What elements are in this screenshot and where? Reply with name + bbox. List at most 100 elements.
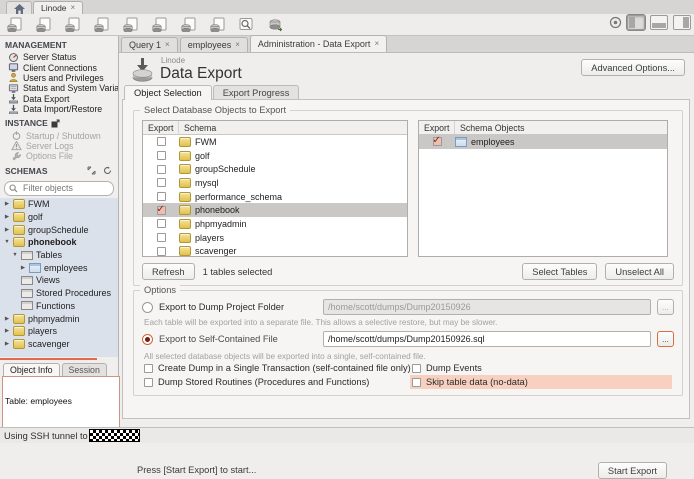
schema-tree-item-stored-procedures[interactable]: Stored Procedures: [0, 287, 118, 300]
stored-routines-option[interactable]: Dump Stored Routines (Procedures and Fun…: [144, 377, 369, 387]
export-checkbox[interactable]: [157, 247, 166, 256]
table-row[interactable]: groupSchedule: [143, 162, 407, 176]
export-checkbox[interactable]: [157, 137, 166, 146]
find-icon[interactable]: [609, 16, 622, 29]
close-icon[interactable]: ×: [71, 4, 76, 12]
table-row[interactable]: FWM: [143, 135, 407, 149]
table-row[interactable]: players: [143, 231, 407, 245]
export-checkbox-checked[interactable]: [157, 206, 166, 215]
skip-table-data-checkbox[interactable]: [412, 378, 421, 387]
table-row[interactable]: phpmyadmin: [143, 217, 407, 231]
browse-folder-button[interactable]: ...: [657, 299, 674, 315]
schema-filter-input[interactable]: [21, 182, 109, 194]
expand-toggle-icon[interactable]: [87, 166, 96, 175]
table-row[interactable]: golf: [143, 149, 407, 163]
export-checkbox[interactable]: [157, 219, 166, 228]
expand-arrow-icon[interactable]: [4, 227, 10, 233]
refresh-button[interactable]: Refresh: [142, 263, 195, 280]
expand-arrow-icon[interactable]: [4, 239, 10, 245]
close-icon[interactable]: ×: [374, 40, 379, 48]
expand-arrow-icon[interactable]: [4, 214, 10, 220]
expand-arrow-icon[interactable]: [4, 316, 10, 322]
instance-actions-icon[interactable]: [51, 119, 60, 128]
sidebar-item-users-privileges[interactable]: Users and Privileges: [0, 73, 118, 83]
create-function-icon[interactable]: [179, 16, 196, 33]
start-export-button[interactable]: Start Export: [598, 462, 667, 479]
open-sql-script-icon[interactable]: [34, 16, 51, 33]
panel-splitter[interactable]: [0, 358, 97, 360]
sidebar-item-server-logs[interactable]: Server Logs: [0, 141, 118, 151]
create-schema-icon[interactable]: [63, 16, 80, 33]
schema-tree-item-golf[interactable]: golf: [0, 211, 118, 224]
connection-tab[interactable]: Linode ×: [33, 1, 83, 14]
create-trigger-icon[interactable]: [208, 16, 225, 33]
select-tables-button[interactable]: Select Tables: [522, 263, 597, 280]
toggle-right-sidebar-icon[interactable]: [673, 15, 691, 30]
close-icon[interactable]: ×: [235, 41, 240, 49]
new-sql-tab-icon[interactable]: [5, 16, 22, 33]
sidebar-item-data-import[interactable]: Data Import/Restore: [0, 104, 118, 114]
expand-arrow-icon[interactable]: [4, 201, 10, 207]
tab-session[interactable]: Session: [62, 363, 107, 376]
self-contained-path-input[interactable]: [323, 331, 651, 347]
expand-arrow-icon[interactable]: [20, 265, 26, 271]
dump-folder-radio[interactable]: [142, 302, 153, 313]
create-table-icon[interactable]: [92, 16, 109, 33]
tab-administration-data-export[interactable]: Administration - Data Export×: [250, 35, 387, 52]
export-checkbox[interactable]: [157, 233, 166, 242]
single-transaction-checkbox[interactable]: [144, 364, 153, 373]
table-row-selected[interactable]: phonebook: [143, 203, 407, 217]
unselect-all-button[interactable]: Unselect All: [605, 263, 674, 280]
expand-arrow-icon[interactable]: [12, 252, 18, 258]
single-transaction-option[interactable]: Create Dump in a Single Transaction (sel…: [144, 363, 411, 373]
close-icon[interactable]: ×: [165, 41, 170, 49]
refresh-schemas-icon[interactable]: [103, 166, 112, 175]
tab-query-1[interactable]: Query 1×: [121, 37, 178, 52]
schema-tree-item-views[interactable]: Views: [0, 274, 118, 287]
self-contained-radio[interactable]: [142, 334, 153, 345]
reconnect-dbms-icon[interactable]: [266, 16, 283, 33]
toggle-left-sidebar-icon[interactable]: [627, 15, 645, 30]
tab-export-progress[interactable]: Export Progress: [213, 85, 300, 100]
tab-employees[interactable]: employees×: [180, 37, 248, 52]
schema-tree-item-phpmyadmin[interactable]: phpmyadmin: [0, 312, 118, 325]
home-tab[interactable]: [6, 1, 32, 15]
table-row[interactable]: scavenger: [143, 245, 407, 258]
tab-object-selection[interactable]: Object Selection: [124, 85, 212, 100]
schema-tree-item-fwm[interactable]: FWM: [0, 198, 118, 211]
schema-tree-item-players[interactable]: players: [0, 325, 118, 338]
sidebar-item-server-status[interactable]: Server Status: [0, 52, 118, 62]
schema-tree-item-employees[interactable]: employees: [0, 261, 118, 274]
dump-events-option[interactable]: Dump Events: [412, 363, 482, 373]
expand-arrow-icon[interactable]: [4, 328, 10, 334]
sidebar-item-status-system-variables[interactable]: Status and System Variables: [0, 83, 118, 93]
export-checkbox[interactable]: [157, 178, 166, 187]
sidebar-item-startup-shutdown[interactable]: Startup / Shutdown: [0, 130, 118, 140]
schema-tree-item-tables[interactable]: Tables: [0, 249, 118, 262]
schema-tree-item-scavenger[interactable]: scavenger: [0, 338, 118, 351]
toggle-output-area-icon[interactable]: [650, 15, 668, 30]
create-stored-procedure-icon[interactable]: [150, 16, 167, 33]
tab-object-info[interactable]: Object Info: [3, 363, 60, 376]
export-checkbox[interactable]: [157, 165, 166, 174]
schema-tree-item-phonebook[interactable]: phonebook: [0, 236, 118, 249]
table-row-selected[interactable]: employees: [419, 135, 667, 149]
schema-tree-item-groupschedule[interactable]: groupSchedule: [0, 223, 118, 236]
sidebar-item-data-export[interactable]: Data Export: [0, 94, 118, 104]
skip-table-data-option[interactable]: Skip table data (no-data): [410, 375, 672, 389]
table-row[interactable]: mysql: [143, 176, 407, 190]
create-view-icon[interactable]: [121, 16, 138, 33]
export-checkbox[interactable]: [157, 192, 166, 201]
expand-arrow-icon[interactable]: [4, 341, 10, 347]
table-row[interactable]: performance_schema: [143, 190, 407, 204]
sidebar-item-options-file[interactable]: Options File: [0, 151, 118, 161]
stored-routines-checkbox[interactable]: [144, 378, 153, 387]
advanced-options-button[interactable]: Advanced Options...: [581, 59, 685, 76]
sidebar-item-client-connections[interactable]: Client Connections: [0, 62, 118, 72]
export-checkbox[interactable]: [157, 151, 166, 160]
search-table-data-icon[interactable]: [237, 16, 254, 33]
schema-tree-item-functions[interactable]: Functions: [0, 300, 118, 313]
dump-folder-path-input[interactable]: [323, 299, 651, 315]
browse-file-button[interactable]: ...: [657, 331, 674, 347]
export-checkbox-checked[interactable]: [433, 137, 442, 146]
